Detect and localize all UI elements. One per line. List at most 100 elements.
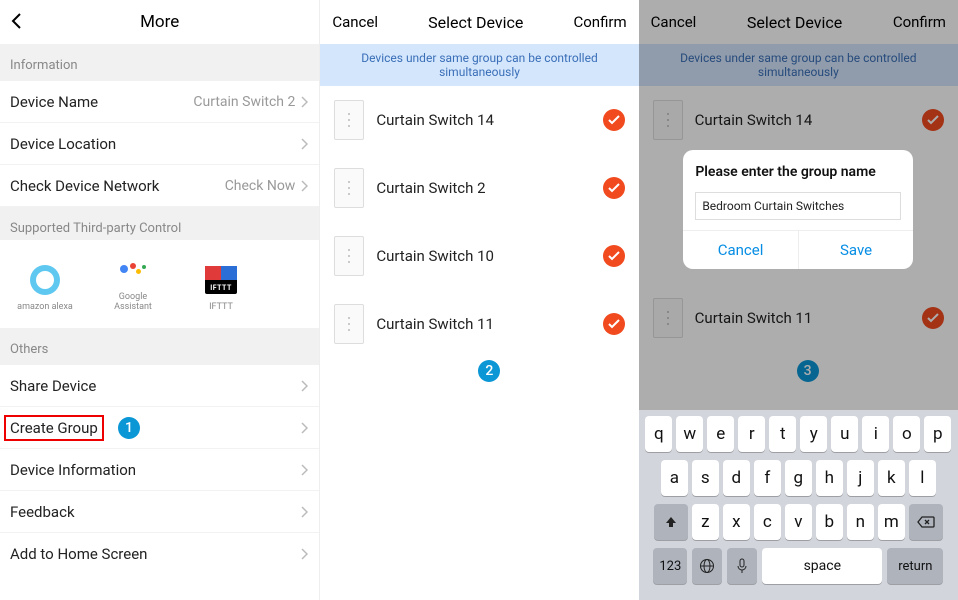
chevron-right-icon bbox=[301, 464, 309, 476]
key-f[interactable]: f bbox=[754, 460, 781, 496]
key-m[interactable]: m bbox=[878, 504, 905, 540]
row-add-home-screen[interactable]: Add to Home Screen bbox=[0, 533, 319, 575]
key-z[interactable]: z bbox=[692, 504, 719, 540]
row-device-name[interactable]: Device Name Curtain Switch 2 bbox=[0, 81, 319, 123]
key-space[interactable]: space bbox=[762, 548, 882, 584]
step-badge-2: 2 bbox=[478, 360, 500, 382]
section-header-information: Information bbox=[0, 44, 319, 81]
key-t[interactable]: t bbox=[769, 416, 796, 452]
check-icon[interactable] bbox=[603, 177, 625, 199]
check-icon[interactable] bbox=[603, 313, 625, 335]
row-label: Device Location bbox=[10, 135, 116, 153]
thirdparty-ifttt[interactable]: IFTTT IFTTT bbox=[190, 264, 252, 312]
key-d[interactable]: d bbox=[723, 460, 750, 496]
row-label: Feedback bbox=[10, 503, 75, 521]
key-l[interactable]: l bbox=[909, 460, 936, 496]
key-r[interactable]: r bbox=[738, 416, 765, 452]
third-party-row: amazon alexa Google Assistant IFTTT IFTT… bbox=[0, 240, 319, 328]
row-feedback[interactable]: Feedback bbox=[0, 491, 319, 533]
key-b[interactable]: b bbox=[816, 504, 843, 540]
row-label: Check Device Network bbox=[10, 177, 159, 195]
key-v[interactable]: v bbox=[785, 504, 812, 540]
row-device-information[interactable]: Device Information bbox=[0, 449, 319, 491]
key-y[interactable]: y bbox=[800, 416, 827, 452]
row-device-location[interactable]: Device Location bbox=[0, 123, 319, 165]
check-icon[interactable] bbox=[603, 109, 625, 131]
row-label: Share Device bbox=[10, 377, 96, 395]
chevron-right-icon bbox=[301, 96, 309, 108]
key-j[interactable]: j bbox=[847, 460, 874, 496]
page-title: Select Device bbox=[428, 13, 523, 32]
device-icon bbox=[334, 304, 364, 344]
check-icon[interactable] bbox=[603, 245, 625, 267]
chevron-right-icon bbox=[301, 506, 309, 518]
row-label: Create Group bbox=[4, 415, 104, 441]
virtual-keyboard: q w e r t y u i o p a s d f g h j k l z … bbox=[639, 410, 958, 600]
device-icon bbox=[334, 100, 364, 140]
page-title: More bbox=[140, 12, 179, 32]
group-name-input[interactable] bbox=[695, 192, 901, 220]
row-create-group[interactable]: Create Group 1 bbox=[0, 407, 319, 449]
chevron-right-icon bbox=[301, 138, 309, 150]
key-mic[interactable] bbox=[727, 548, 757, 584]
device-name: Curtain Switch 10 bbox=[376, 247, 590, 265]
row-label: Add to Home Screen bbox=[10, 545, 147, 563]
chevron-right-icon bbox=[301, 180, 309, 192]
row-check-network[interactable]: Check Device Network Check Now bbox=[0, 165, 319, 207]
row-value: Check Now bbox=[225, 178, 296, 194]
header: More bbox=[0, 0, 319, 44]
dialog-cancel-button[interactable]: Cancel bbox=[683, 231, 798, 269]
key-e[interactable]: e bbox=[707, 416, 734, 452]
device-row[interactable]: Curtain Switch 11 bbox=[320, 290, 638, 358]
dialog-save-button[interactable]: Save bbox=[798, 231, 914, 269]
device-row[interactable]: Curtain Switch 10 bbox=[320, 222, 638, 290]
key-c[interactable]: c bbox=[754, 504, 781, 540]
key-x[interactable]: x bbox=[723, 504, 750, 540]
row-label: Device Information bbox=[10, 461, 136, 479]
device-icon bbox=[334, 236, 364, 276]
key-w[interactable]: w bbox=[676, 416, 703, 452]
key-n[interactable]: n bbox=[847, 504, 874, 540]
key-u[interactable]: u bbox=[831, 416, 858, 452]
key-return[interactable]: return bbox=[887, 548, 943, 584]
key-g[interactable]: g bbox=[785, 460, 812, 496]
back-button[interactable] bbox=[10, 12, 30, 32]
key-123[interactable]: 123 bbox=[653, 548, 687, 584]
chevron-right-icon bbox=[301, 380, 309, 392]
group-name-dialog: Please enter the group name Cancel Save bbox=[683, 150, 913, 269]
device-row[interactable]: Curtain Switch 14 bbox=[320, 86, 638, 154]
google-assistant-icon bbox=[117, 254, 149, 286]
key-q[interactable]: q bbox=[645, 416, 672, 452]
key-i[interactable]: i bbox=[862, 416, 889, 452]
row-share-device[interactable]: Share Device bbox=[0, 365, 319, 407]
section-header-others: Others bbox=[0, 328, 319, 365]
cancel-button[interactable]: Cancel bbox=[332, 13, 378, 31]
device-name: Curtain Switch 2 bbox=[376, 179, 590, 197]
ifttt-icon: IFTTT bbox=[205, 264, 237, 296]
info-banner: Devices under same group can be controll… bbox=[320, 44, 638, 86]
key-globe[interactable] bbox=[692, 548, 722, 584]
key-shift[interactable] bbox=[654, 504, 688, 540]
device-row[interactable]: Curtain Switch 2 bbox=[320, 154, 638, 222]
more-settings-panel: More Information Device Name Curtain Swi… bbox=[0, 0, 319, 600]
step-badge-1: 1 bbox=[118, 417, 140, 439]
key-s[interactable]: s bbox=[692, 460, 719, 496]
dialog-title: Please enter the group name bbox=[695, 164, 901, 180]
key-backspace[interactable] bbox=[909, 504, 943, 540]
key-a[interactable]: a bbox=[661, 460, 688, 496]
key-o[interactable]: o bbox=[893, 416, 920, 452]
select-device-panel: Cancel Select Device Confirm Devices und… bbox=[319, 0, 638, 600]
chevron-right-icon bbox=[301, 422, 309, 434]
header: Cancel Select Device Confirm bbox=[320, 0, 638, 44]
chevron-right-icon bbox=[301, 548, 309, 560]
row-value: Curtain Switch 2 bbox=[193, 94, 295, 110]
device-icon bbox=[334, 168, 364, 208]
alexa-icon bbox=[29, 264, 61, 296]
key-k[interactable]: k bbox=[878, 460, 905, 496]
thirdparty-alexa[interactable]: amazon alexa bbox=[14, 264, 76, 312]
thirdparty-google[interactable]: Google Assistant bbox=[102, 254, 164, 312]
key-h[interactable]: h bbox=[816, 460, 843, 496]
device-name: Curtain Switch 14 bbox=[376, 111, 590, 129]
confirm-button[interactable]: Confirm bbox=[573, 13, 626, 31]
key-p[interactable]: p bbox=[924, 416, 951, 452]
